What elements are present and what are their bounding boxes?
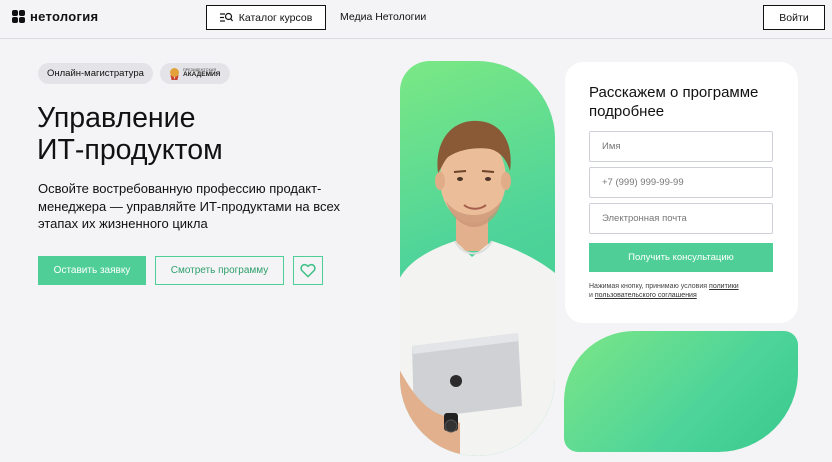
view-program-button[interactable]: Смотреть программу — [155, 256, 284, 285]
person-with-laptop-illustration — [400, 120, 555, 456]
catalog-label: Каталог курсов — [238, 11, 313, 24]
logo-text: нетология — [30, 9, 99, 24]
hero-subtitle: Освойте востребованную профессию продакт… — [38, 181, 340, 231]
apply-label: Оставить заявку — [53, 265, 131, 276]
form-title: Расскажем о программе подробнее — [589, 84, 759, 120]
email-placeholder: Электронная почта — [602, 213, 687, 224]
academy-seal-icon — [169, 67, 180, 80]
name-field[interactable]: Имя — [589, 131, 773, 162]
favorite-button[interactable] — [293, 256, 323, 285]
policy-link[interactable]: политики — [709, 283, 739, 290]
logo[interactable]: нетология — [12, 9, 98, 24]
get-consultation-label: Получить консультацию — [628, 252, 734, 263]
logo-icon — [12, 9, 26, 24]
catalog-search-icon — [219, 12, 233, 22]
academy-badge: ПРЕЗИДЕНТСКАЯ АКАДЕМИЯ — [160, 63, 230, 84]
name-placeholder: Имя — [602, 141, 621, 152]
title-line-2: ИТ-продуктом — [37, 134, 223, 166]
legal-and: и — [589, 291, 593, 299]
header: нетология Каталог курсов Медиа Нетологии… — [0, 0, 832, 39]
decorative-green-card — [564, 331, 798, 452]
legal-prefix: Нажимая кнопку, принимаю условия — [589, 283, 708, 290]
phone-placeholder: +7 (999) 999-99-99 — [602, 177, 684, 188]
apply-button[interactable]: Оставить заявку — [38, 256, 146, 285]
user-agreement-link[interactable]: пользовательского соглашения — [595, 292, 697, 299]
heart-icon — [300, 263, 316, 278]
email-field[interactable]: Электронная почта — [589, 203, 773, 234]
get-consultation-button[interactable]: Получить консультацию — [589, 243, 773, 272]
login-label: Войти — [779, 11, 809, 24]
academy-logo-text: ПРЕЗИДЕНТСКАЯ АКАДЕМИЯ — [183, 67, 221, 78]
online-master-label: Онлайн-магистратура — [47, 68, 144, 79]
hero-photo — [400, 61, 555, 456]
online-master-badge: Онлайн-магистратура — [38, 63, 153, 84]
media-link[interactable]: Медиа Нетологии — [340, 11, 426, 23]
phone-field[interactable]: +7 (999) 999-99-99 — [589, 167, 773, 198]
login-button[interactable]: Войти — [763, 5, 825, 30]
view-program-label: Смотреть программу — [170, 265, 269, 276]
consultation-form: Расскажем о программе подробнее Имя +7 (… — [565, 62, 798, 323]
page-title: Управление ИТ-продуктом — [37, 102, 223, 166]
catalog-button[interactable]: Каталог курсов — [206, 5, 326, 30]
title-line-1: Управление — [37, 102, 196, 134]
legal-text: Нажимая кнопку, принимаю условия политик… — [589, 283, 789, 300]
